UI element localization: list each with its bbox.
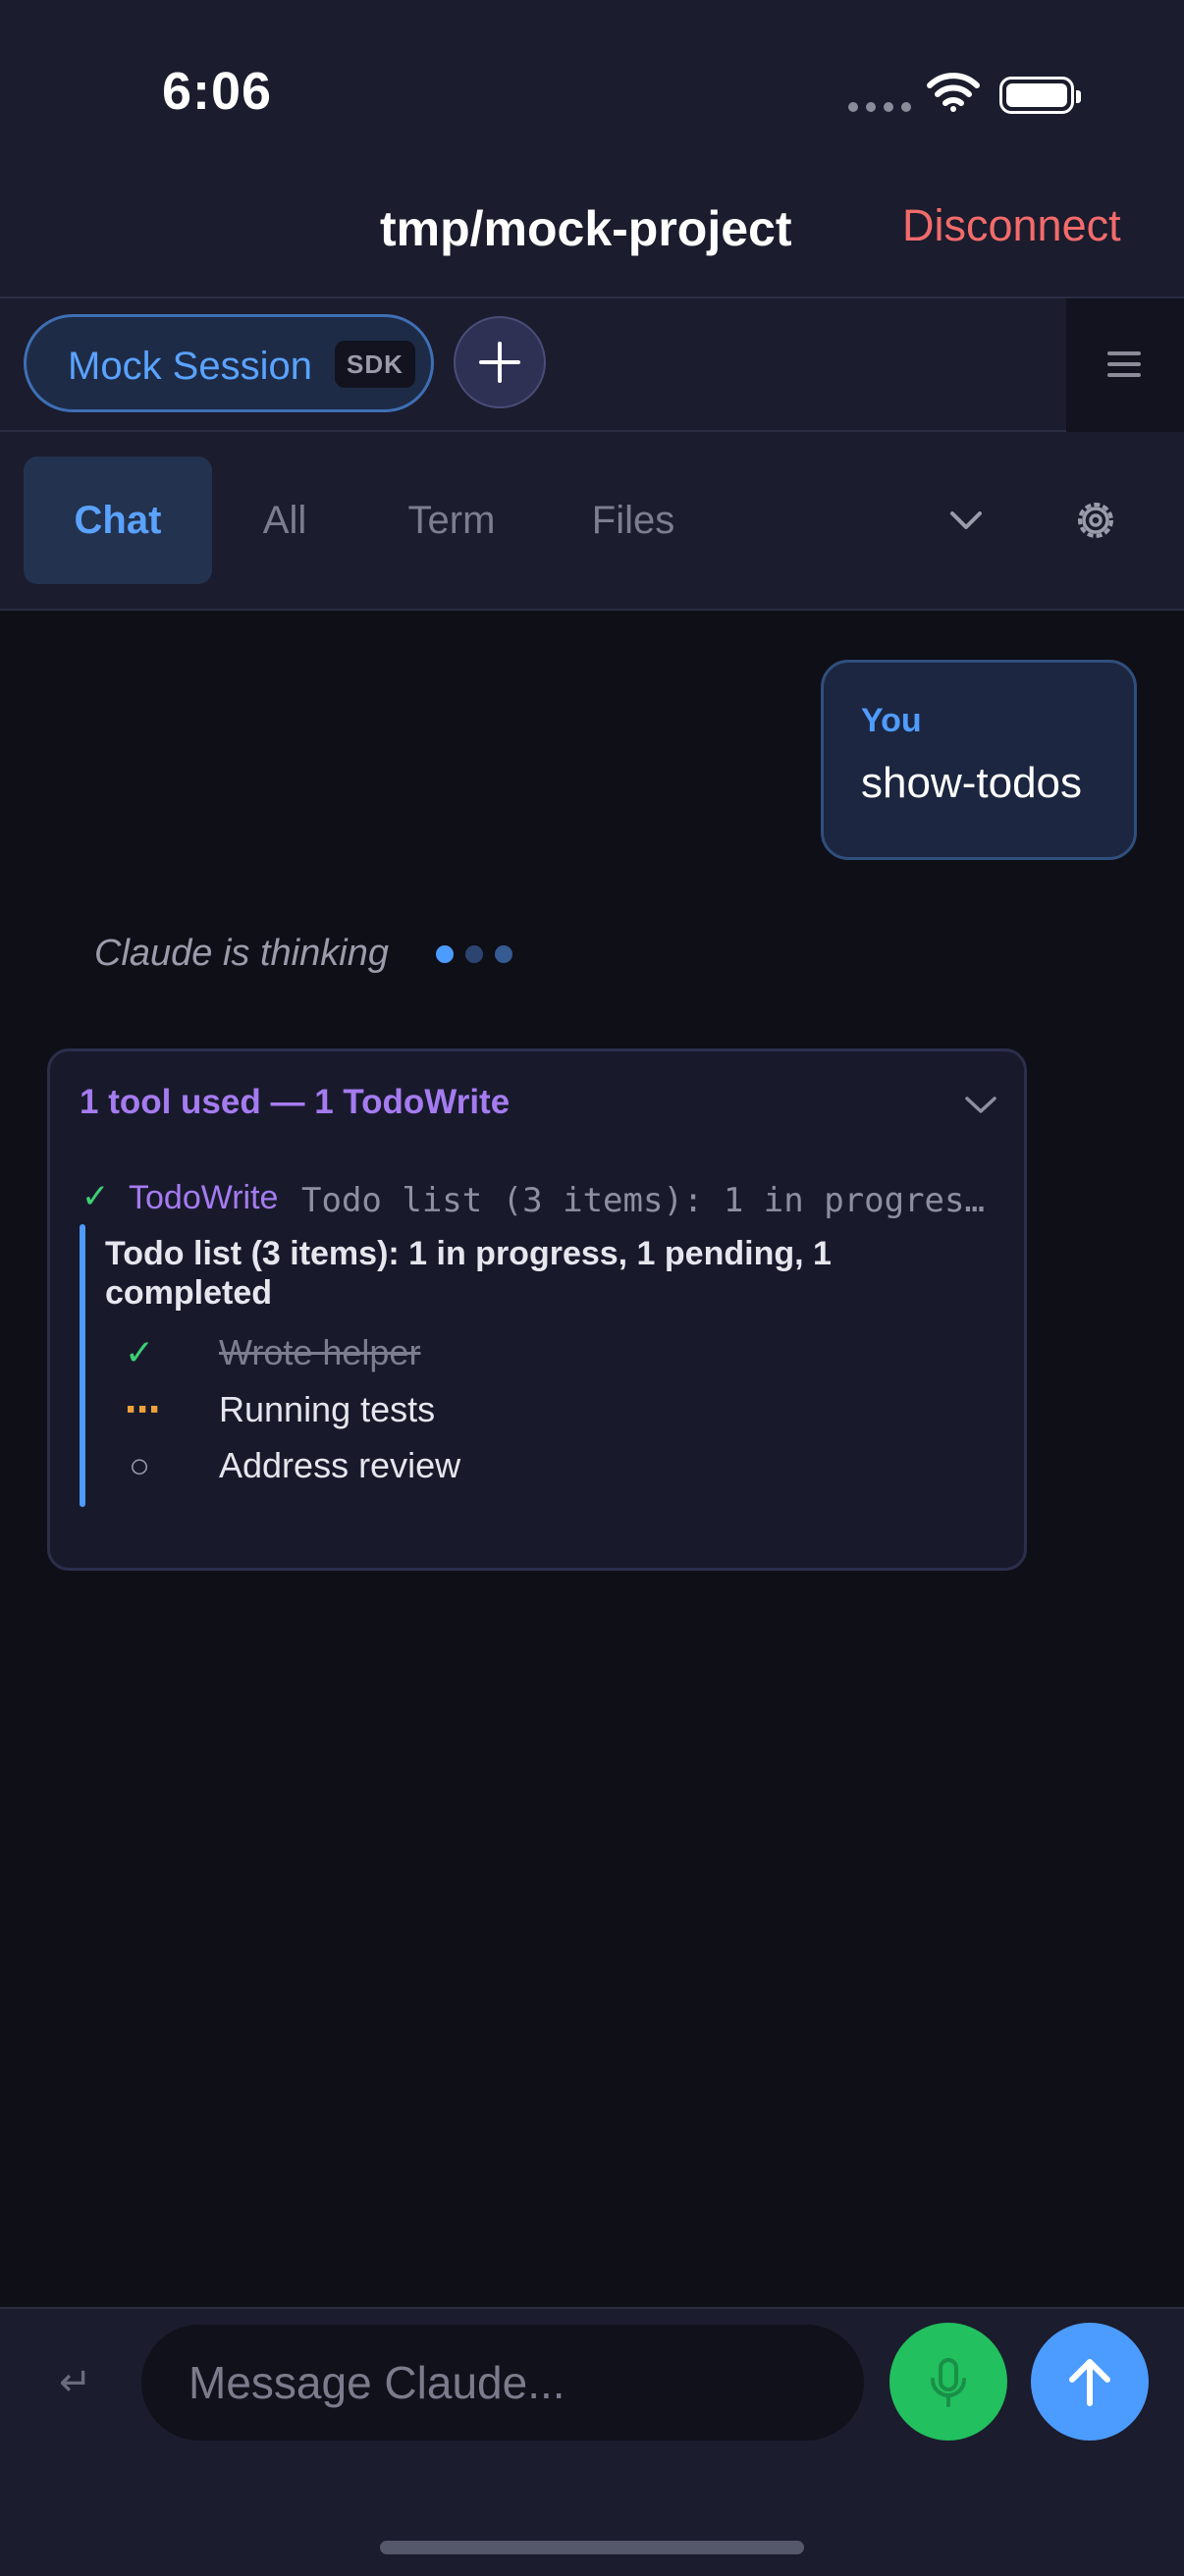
- add-session-button[interactable]: [454, 316, 546, 408]
- chevron-down-icon: [965, 1097, 996, 1113]
- plus-icon: [479, 342, 520, 383]
- thinking-indicator: Claude is thinking: [94, 933, 389, 974]
- todo-summary: Todo list (3 items): 1 in progress, 1 pe…: [105, 1235, 832, 1312]
- message-text: show-todos: [861, 759, 1083, 807]
- voice-input-button[interactable]: [889, 2323, 1007, 2441]
- message-author: You: [861, 702, 922, 739]
- wifi-icon: [927, 73, 980, 117]
- todo-text: Wrote helper: [219, 1332, 421, 1372]
- todo-accent-bar: [80, 1224, 85, 1507]
- tab-all[interactable]: All: [236, 456, 334, 584]
- tool-name: TodoWrite: [129, 1179, 279, 1216]
- typing-dot: [495, 945, 512, 963]
- settings-button[interactable]: [1070, 495, 1121, 551]
- session-pill[interactable]: Mock Session SDK: [24, 314, 434, 412]
- tab-term[interactable]: Term: [383, 456, 520, 584]
- hamburger-menu-icon: [1107, 351, 1141, 377]
- arrow-up-icon: [1069, 2359, 1110, 2406]
- session-name: Mock Session: [68, 345, 312, 388]
- todo-text: Address review: [219, 1445, 461, 1485]
- status-time: 6:06: [162, 62, 273, 121]
- circle-icon: ○: [129, 1445, 150, 1485]
- session-type-badge: SDK: [335, 341, 415, 388]
- tool-summary: 1 tool used — 1 TodoWrite: [80, 1083, 511, 1121]
- message-input[interactable]: [141, 2325, 864, 2441]
- typing-dot: [465, 945, 483, 963]
- check-icon: ✓: [81, 1178, 110, 1215]
- project-title: tmp/mock-project: [380, 201, 792, 256]
- tool-preview: Todo list (3 items): 1 in progress…: [301, 1181, 989, 1220]
- cellular-signal-icon: [848, 102, 911, 112]
- more-tabs-button[interactable]: [927, 487, 1005, 561]
- enter-key-icon[interactable]: ↵: [59, 2360, 92, 2405]
- todo-text: Running tests: [219, 1389, 436, 1429]
- collapse-toggle[interactable]: [959, 1085, 1002, 1129]
- menu-button[interactable]: [1066, 298, 1184, 432]
- send-button[interactable]: [1031, 2323, 1149, 2441]
- typing-dot: [436, 945, 454, 963]
- home-indicator: [380, 2541, 804, 2554]
- microphone-icon: [931, 2358, 966, 2407]
- chevron-down-icon: [950, 511, 982, 529]
- disconnect-button[interactable]: Disconnect: [902, 200, 1121, 251]
- view-tabs: Chat All Term Files: [0, 432, 1184, 611]
- gear-icon: [1078, 503, 1113, 538]
- composer-bar: ↵: [0, 2307, 1184, 2576]
- user-message: You show-todos: [821, 660, 1137, 860]
- ellipsis-icon: ⋯: [125, 1389, 160, 1429]
- tool-use-card[interactable]: 1 tool used — 1 TodoWrite ✓ TodoWrite To…: [47, 1048, 1027, 1571]
- session-bar: Mock Session SDK: [0, 298, 1184, 432]
- tab-chat[interactable]: Chat: [24, 456, 212, 584]
- check-icon: ✓: [125, 1332, 155, 1372]
- battery-icon: [999, 77, 1081, 114]
- app-header: 6:06 tmp/mock-project Disconnect: [0, 0, 1184, 298]
- tab-files[interactable]: Files: [569, 456, 697, 584]
